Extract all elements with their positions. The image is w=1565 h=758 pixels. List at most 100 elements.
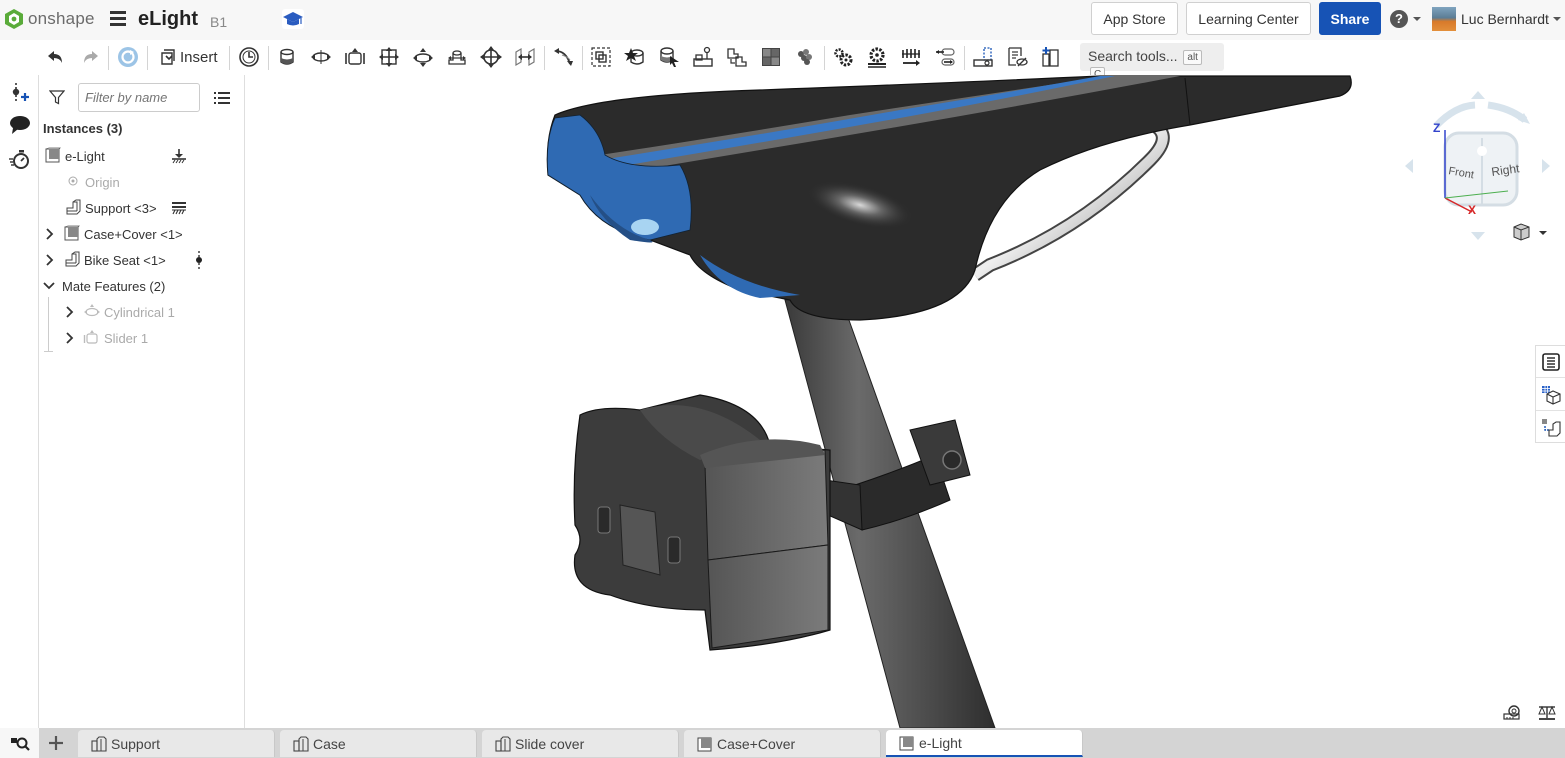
planar-mate-icon[interactable] [377,46,401,68]
insert-part-icon[interactable] [1039,46,1063,68]
mass-properties-icon[interactable] [1538,705,1556,726]
pattern-icon[interactable] [759,46,783,68]
chevron-down-icon[interactable] [43,280,55,292]
mate-connector-icon[interactable] [194,251,204,274]
appearance-icon[interactable] [1536,379,1565,411]
chevron-right-icon[interactable] [44,228,56,240]
left-rail [0,40,39,758]
rack-pinion-icon[interactable] [865,46,889,68]
share-button[interactable]: Share [1319,2,1381,35]
fastened-mate-icon[interactable] [275,46,299,68]
toolbar-separator [582,46,583,70]
shortcut-key-alt: alt [1183,50,1202,65]
app-store-button[interactable]: App Store [1091,2,1178,35]
linear-relation-icon[interactable] [933,46,957,68]
screw-relation-icon[interactable] [899,46,923,68]
tree-item-mate-features[interactable]: Mate Features (2) [43,276,165,296]
document-branch: B1 [210,14,228,30]
add-tab-button[interactable] [39,728,73,758]
search-tools-input[interactable]: Search tools... altC [1080,43,1224,82]
view-mode-button[interactable] [1512,222,1548,247]
chevron-right-icon[interactable] [64,306,76,318]
cylindrical-mate-icon[interactable] [411,46,435,68]
part-studio-icon [65,199,81,218]
graphics-viewport[interactable] [245,75,1565,728]
learning-center-button[interactable]: Learning Center [1186,2,1311,35]
assembly-tab-icon [899,736,914,750]
properties-icon[interactable] [1536,346,1565,378]
tree-item-bike-seat[interactable]: Bike Seat <1> [44,250,166,270]
measure-icon[interactable] [1503,705,1521,726]
chevron-right-icon[interactable] [64,332,76,344]
gear-relation-icon[interactable] [831,46,855,68]
toolbar-separator [544,46,545,70]
fixed-icon[interactable] [623,46,647,68]
tangent-mate-icon[interactable] [551,46,575,68]
tab-label: e-Light [919,734,962,751]
ball-mate-icon[interactable] [479,46,503,68]
insert-icon[interactable] [156,46,180,68]
e-light-case[interactable] [573,394,831,651]
animate-icon[interactable] [8,148,32,172]
pin-slot-mate-icon[interactable] [445,46,469,68]
tree-item-e-light[interactable]: e-Light [45,146,105,166]
bike-seat[interactable] [546,75,1352,321]
named-views-icon[interactable] [1005,46,1029,68]
slider-mate-icon[interactable] [343,46,367,68]
instances-section-title: Instances (3) [43,121,123,136]
tab-support[interactable]: Support [78,730,275,757]
tree-item-slider-1[interactable]: Slider 1 [64,328,148,348]
replicate-icon[interactable] [691,46,715,68]
replace-icon[interactable] [725,46,749,68]
history-icon[interactable] [237,46,261,68]
mate-connector-icon[interactable] [657,46,681,68]
tab-slide-cover[interactable]: Slide cover [482,730,679,757]
filter-icon[interactable] [48,89,66,110]
tab-label: Support [111,735,161,752]
list-view-toggle-icon[interactable] [214,91,230,110]
tab-label: Case [313,735,346,752]
model-render[interactable] [245,75,1565,728]
main-menu-button[interactable] [110,11,126,27]
tab-search-button[interactable] [0,728,39,758]
tree-item-cylindrical-1[interactable]: Cylindrical 1 [64,302,175,322]
revolute-mate-icon[interactable] [309,46,333,68]
user-avatar[interactable] [1432,7,1456,31]
linear-pattern-icon[interactable] [793,46,817,68]
tree-guide-line [48,297,49,351]
document-tab-bar: Support Case Slide cover Case+Cover e-Li… [0,728,1565,758]
filter-by-name-input[interactable] [78,83,200,112]
insert-button[interactable]: Insert [180,49,218,66]
tree-item-label: Case+Cover <1> [84,226,183,242]
search-tabs-icon [10,737,30,751]
fix-icon[interactable] [171,148,187,169]
help-icon[interactable]: ? [1390,10,1408,28]
part-studio-tab-icon [91,735,107,752]
mate-connector-panel-icon[interactable] [1536,412,1565,444]
document-title[interactable]: eLight [138,8,198,31]
tab-case[interactable]: Case [280,730,477,757]
tab-case-cover[interactable]: Case+Cover [684,730,881,757]
tree-item-support[interactable]: Support <3> [65,198,157,218]
tree-item-case-cover[interactable]: Case+Cover <1> [44,224,183,244]
comments-icon[interactable] [8,114,32,138]
user-menu-caret-icon[interactable] [1553,17,1561,21]
user-name[interactable]: Luc Bernhardt [1461,11,1549,27]
redo-icon[interactable] [78,46,102,68]
chevron-right-icon[interactable] [44,254,56,266]
toolbar-separator [229,46,230,70]
plus-icon [49,736,63,750]
explode-view-icon[interactable] [971,46,995,68]
group-icon[interactable] [589,46,613,68]
mate-connector-add-icon[interactable] [8,82,32,106]
regenerate-icon[interactable] [116,46,140,68]
tab-e-light[interactable]: e-Light [886,730,1083,757]
parallel-mate-icon[interactable] [513,46,537,68]
tree-item-label: Support <3> [85,200,157,216]
fixed-hatch-icon[interactable] [171,201,187,220]
education-icon[interactable] [282,9,304,29]
onshape-logo[interactable]: onshape [4,8,95,30]
tree-item-origin[interactable]: Origin [67,172,120,192]
undo-icon[interactable] [44,46,68,68]
help-dropdown-caret-icon[interactable] [1413,17,1421,21]
